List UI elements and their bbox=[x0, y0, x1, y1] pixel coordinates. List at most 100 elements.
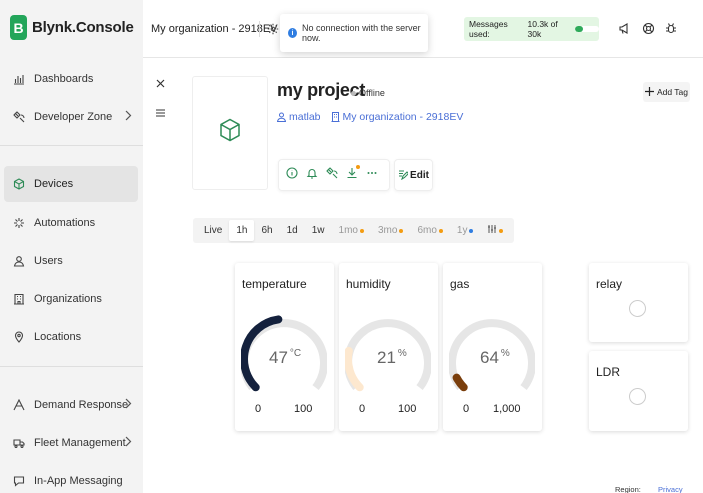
demand-icon bbox=[12, 398, 26, 412]
brand[interactable]: B Blynk.Console bbox=[10, 15, 134, 40]
time-tab-label: 1d bbox=[286, 225, 298, 236]
edit-button[interactable]: Edit bbox=[394, 159, 433, 191]
time-tab-3mo[interactable]: 3mo bbox=[371, 220, 410, 241]
close-icon[interactable] bbox=[156, 76, 165, 91]
sidebar: B Blynk.Console Dashboards Developer Zon… bbox=[0, 0, 143, 493]
messages-used-value: 10.3k of 30k bbox=[527, 19, 558, 39]
region-label: Region: blr1 bbox=[615, 485, 641, 493]
organization-link[interactable]: My organization - 2918EV bbox=[331, 111, 464, 123]
led-widget-relay[interactable]: relay bbox=[589, 263, 688, 342]
status-dot bbox=[351, 90, 356, 96]
chevron-right-icon bbox=[125, 398, 132, 412]
widget-title: humidity bbox=[346, 277, 391, 291]
divider bbox=[259, 21, 260, 37]
led-widget-ldr[interactable]: LDR bbox=[589, 351, 688, 431]
gauge-widget-humidity[interactable]: humidity 21% 0 100 bbox=[339, 263, 438, 431]
gauge-widget-temperature[interactable]: temperature 47 °C 0 100 bbox=[235, 263, 334, 431]
help-icon[interactable] bbox=[642, 22, 655, 40]
sidebar-item-label: Demand Response bbox=[34, 399, 129, 411]
premium-dot bbox=[469, 228, 474, 233]
sidebar-item-users[interactable]: Users bbox=[4, 243, 138, 279]
sidebar-item-automations[interactable]: Automations bbox=[4, 205, 138, 241]
time-tab-label: 6mo bbox=[417, 225, 437, 236]
messages-progress-fill bbox=[574, 26, 583, 32]
satellite-icon[interactable] bbox=[326, 166, 338, 184]
time-tab-1y[interactable]: 1y bbox=[450, 220, 481, 241]
gauge-number: 21 bbox=[377, 348, 396, 367]
cube-icon bbox=[12, 177, 26, 191]
app: B Blynk.Console Dashboards Developer Zon… bbox=[0, 0, 703, 493]
sidebar-item-organizations[interactable]: Organizations bbox=[4, 281, 138, 317]
plus-icon bbox=[644, 86, 654, 98]
widget-title: gas bbox=[450, 277, 470, 291]
led-indicator bbox=[629, 300, 646, 317]
time-tab-label: 1h bbox=[236, 225, 248, 236]
time-tab-1h[interactable]: 1h bbox=[229, 220, 255, 241]
widget-title: LDR bbox=[596, 365, 621, 379]
sidebar-item-label: Fleet Management bbox=[34, 437, 126, 449]
time-tab-6h[interactable]: 6h bbox=[254, 220, 279, 241]
info-circle-icon[interactable] bbox=[286, 166, 298, 184]
device-status: Offline bbox=[351, 88, 385, 98]
download-icon[interactable] bbox=[346, 165, 360, 184]
sidebar-item-fleet-management[interactable]: Fleet Management bbox=[4, 425, 138, 461]
sidebar-item-demand-response[interactable]: Demand Response bbox=[4, 387, 138, 423]
time-tab-live[interactable]: Live bbox=[197, 220, 229, 241]
chat-icon bbox=[12, 474, 26, 488]
gauge-max: 100 bbox=[398, 403, 417, 415]
gauge-number: 64 bbox=[480, 348, 499, 367]
owner-link[interactable]: matlab bbox=[277, 111, 321, 123]
device-meta: matlab My organization - 2918EV bbox=[277, 111, 473, 123]
truck-icon bbox=[12, 436, 26, 450]
gauge-unit: % bbox=[397, 348, 407, 359]
organization-name: My organization - 2918EV bbox=[342, 111, 464, 123]
sidebar-item-label: Devices bbox=[34, 178, 74, 190]
connection-toast: i No connection with the server now. bbox=[280, 14, 428, 52]
sidebar-item-locations[interactable]: Locations bbox=[4, 319, 138, 355]
sidebar-item-devices[interactable]: Devices bbox=[4, 166, 138, 202]
chart-icon bbox=[12, 72, 26, 86]
sidebar-item-label: Locations bbox=[34, 331, 82, 343]
megaphone-icon[interactable] bbox=[618, 22, 631, 40]
settings-gear-icon[interactable] bbox=[267, 22, 279, 40]
menu-icon[interactable] bbox=[156, 104, 165, 122]
gauge-widget-gas[interactable]: gas 64% 0 1,000 bbox=[443, 263, 542, 431]
time-tab-6mo[interactable]: 6mo bbox=[410, 220, 449, 241]
gauge-min: 0 bbox=[359, 403, 366, 415]
privacy-policy-link[interactable]: Privacy Policy bbox=[658, 485, 703, 493]
notification-dot bbox=[356, 165, 360, 169]
gauge-temperature bbox=[241, 315, 327, 392]
gauge-value: 47 °C bbox=[269, 348, 301, 368]
time-tab-custom[interactable] bbox=[480, 220, 510, 241]
sidebar-item-label: Users bbox=[34, 255, 63, 267]
more-icon[interactable] bbox=[366, 166, 378, 184]
gauge-value: 64% bbox=[480, 348, 510, 368]
messages-used-badge[interactable]: Messages used: 10.3k of 30k bbox=[464, 17, 599, 41]
time-tab-label: 1y bbox=[456, 225, 468, 236]
device-panel: my project Offline matlab My organizatio… bbox=[143, 58, 703, 493]
sidebar-item-dashboards[interactable]: Dashboards bbox=[4, 61, 138, 97]
time-tab-1d[interactable]: 1d bbox=[280, 220, 305, 241]
info-icon: i bbox=[288, 28, 298, 38]
sidebar-item-developer-zone[interactable]: Developer Zone bbox=[4, 99, 138, 135]
gauge-max: 1,000 bbox=[493, 403, 521, 415]
gauge-max: 100 bbox=[294, 403, 313, 415]
sidebar-item-in-app-messaging[interactable]: In-App Messaging bbox=[4, 463, 138, 493]
add-tag-button[interactable]: Add Tag bbox=[643, 82, 690, 102]
time-tab-1mo[interactable]: 1mo bbox=[332, 220, 371, 241]
cube-icon bbox=[219, 118, 241, 148]
bug-icon[interactable] bbox=[665, 22, 677, 40]
sidebar-item-label: Organizations bbox=[34, 293, 102, 305]
user-icon bbox=[277, 112, 286, 122]
pin-icon bbox=[12, 330, 26, 344]
premium-dot bbox=[399, 228, 404, 233]
toast-message: No connection with the server now. bbox=[302, 23, 421, 43]
divider bbox=[0, 145, 143, 146]
gauge-gas bbox=[449, 319, 535, 392]
footer: Region: blr1 Privacy Policy bbox=[615, 485, 703, 493]
time-tab-label: 6h bbox=[261, 225, 273, 236]
bell-icon[interactable] bbox=[306, 166, 318, 184]
gauge-min: 0 bbox=[463, 403, 470, 415]
time-tab-1w[interactable]: 1w bbox=[305, 220, 332, 241]
time-range-tabs: Live 1h 6h 1d 1w 1mo 3mo 6mo 1y bbox=[193, 218, 515, 243]
